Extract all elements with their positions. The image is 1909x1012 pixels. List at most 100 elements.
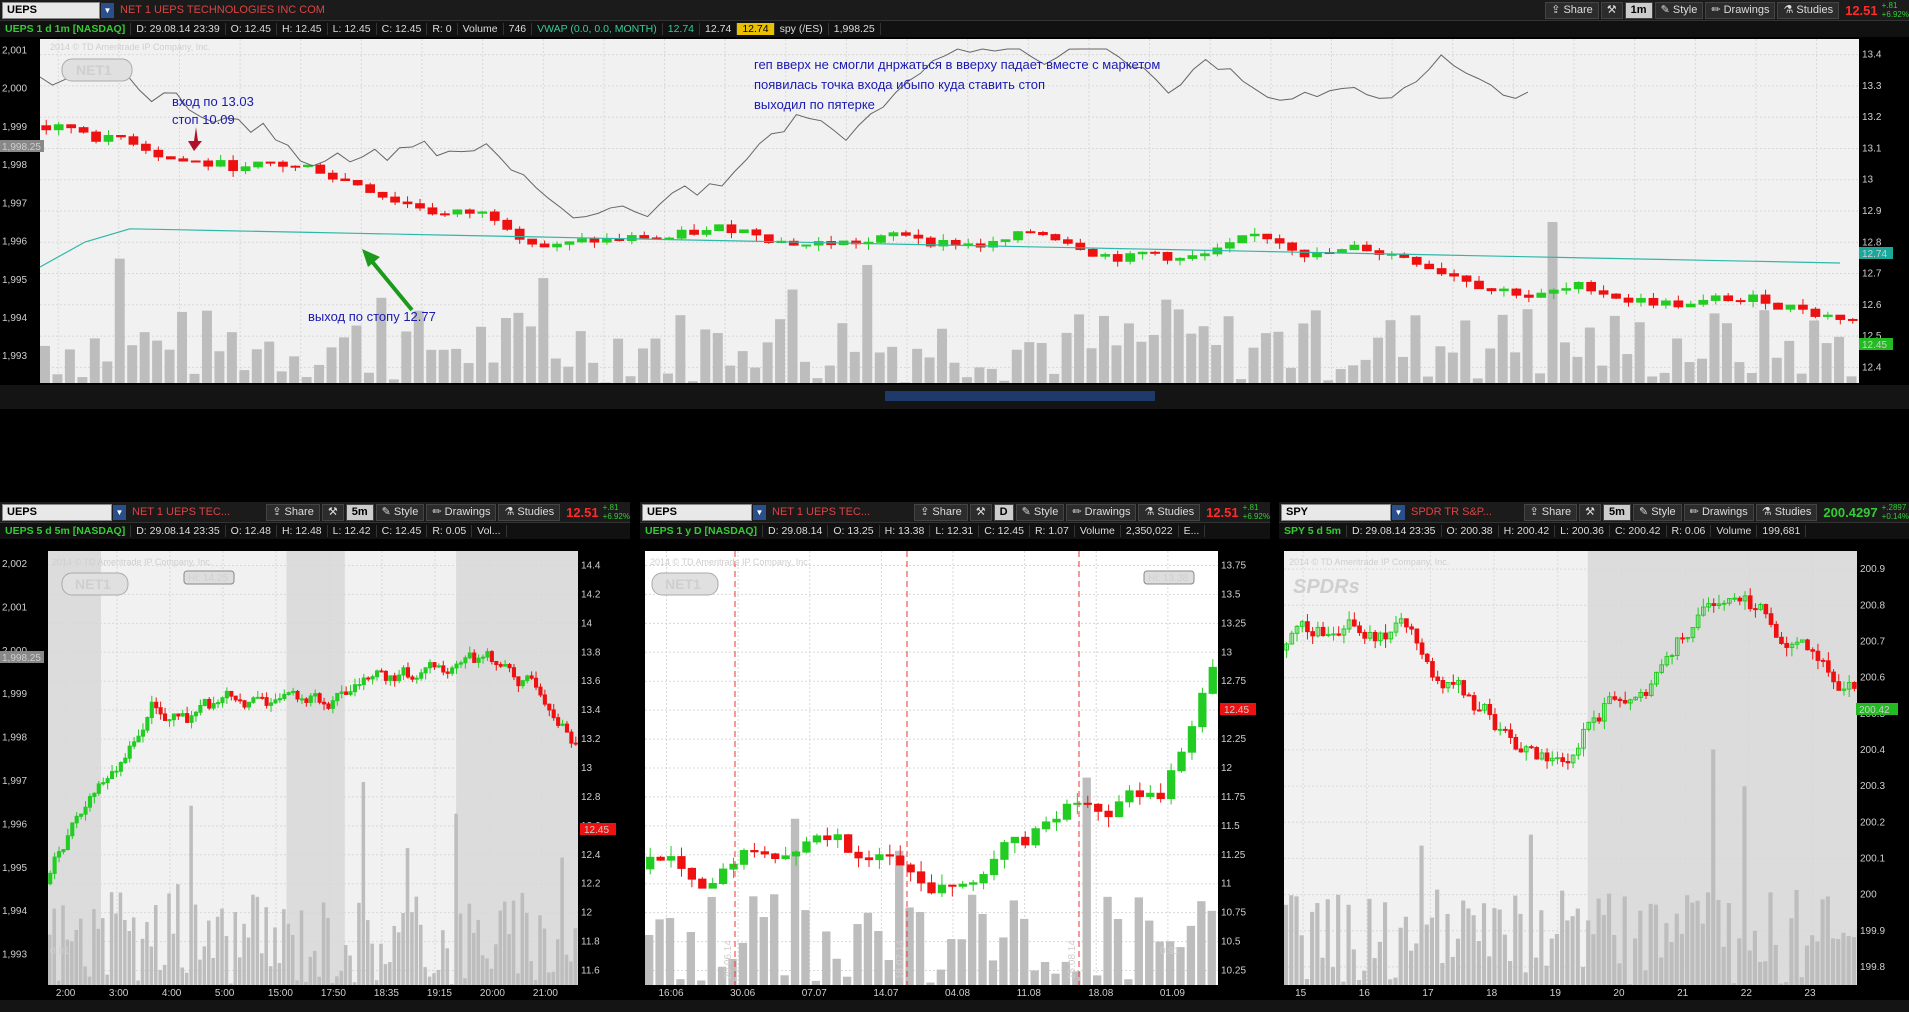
- y-tick-label: 12: [1221, 763, 1233, 774]
- candle-body: [1073, 802, 1082, 805]
- volume-bar: [1348, 365, 1359, 383]
- br-price-chart[interactable]: 200.9200.8200.7200.6200.5200.4200.3200.2…: [1279, 539, 1909, 1001]
- volume-bar: [1836, 939, 1841, 985]
- share-button[interactable]: ⇪ Share: [1545, 1, 1599, 19]
- vwap-price-label: 12.74: [1862, 249, 1887, 260]
- candle-body: [979, 874, 988, 884]
- x-tick-label: 4:00: [162, 988, 182, 999]
- br-timeframe-button[interactable]: 5m: [1603, 503, 1631, 521]
- volume-bar: [1841, 932, 1846, 985]
- candle-body: [390, 196, 400, 203]
- volume-bar: [1299, 935, 1304, 985]
- candle-body: [896, 855, 905, 866]
- candle-body: [228, 160, 238, 172]
- symbol-dropdown-icon[interactable]: ▼: [101, 2, 114, 18]
- volume-bar: [268, 966, 273, 985]
- candle-body: [440, 213, 450, 216]
- drawings-button[interactable]: ✏ Drawings: [1705, 1, 1776, 19]
- bl-style-button[interactable]: ✎ Style: [375, 503, 425, 521]
- volume-bar: [1136, 341, 1147, 383]
- x-tick-label: 16:06: [658, 988, 683, 999]
- bl-drawings-button[interactable]: ✏ Drawings: [426, 503, 497, 521]
- bm-company-name: NET 1 UEPS TEC...: [772, 506, 871, 518]
- volume-bar: [801, 910, 810, 985]
- candle-body: [676, 229, 687, 239]
- candle-body: [1310, 631, 1315, 637]
- volume-bar: [924, 357, 935, 383]
- candle-body: [564, 241, 575, 245]
- candle-body: [1852, 681, 1857, 689]
- volume-bar: [686, 932, 696, 985]
- volume-bar: [343, 945, 348, 985]
- x-tick-label: 20: [1613, 988, 1625, 999]
- volume-bar: [1320, 957, 1325, 985]
- bm-price-chart[interactable]: 13.7513.513.251312.7512.512.251211.7511.…: [640, 539, 1270, 1001]
- top-price-chart[interactable]: 13.413.313.213.11312.912.812.712.612.512…: [0, 37, 1909, 409]
- candle-body: [1680, 637, 1685, 640]
- x-tick-label: 20:00: [480, 988, 505, 999]
- volume-bar: [1834, 336, 1845, 383]
- bl-share-button[interactable]: ⇪ Share: [266, 503, 320, 521]
- br-share-button[interactable]: ⇪ Share: [1523, 503, 1578, 521]
- left-tick-label: 1,998: [2, 733, 27, 744]
- candle-body: [162, 713, 168, 721]
- bm-symbol-input[interactable]: UEPS: [642, 503, 752, 521]
- bl-studies-button[interactable]: ⚗ Studies: [498, 503, 561, 521]
- candle-body: [1826, 660, 1831, 673]
- volume-bar: [1450, 956, 1455, 985]
- volume-bar: [109, 892, 114, 985]
- candle-body: [1135, 790, 1145, 797]
- y-tick-label: 13.2: [1862, 112, 1882, 123]
- volume-bar: [78, 918, 83, 985]
- candle-body: [1836, 681, 1842, 691]
- bm-settings-button[interactable]: ⚒: [969, 503, 992, 521]
- compare-value: 1,998.25: [829, 23, 881, 35]
- candle-body: [948, 884, 957, 887]
- symbol-input[interactable]: UEPS: [2, 1, 100, 19]
- br-studies-button[interactable]: ⚗ Studies: [1755, 503, 1818, 521]
- candle-body: [1685, 303, 1696, 308]
- br-last-label: 200.42: [1859, 705, 1890, 716]
- candle-body: [529, 675, 534, 679]
- volume-bar: [926, 982, 935, 985]
- br-dropdown-icon[interactable]: ▼: [1392, 504, 1405, 520]
- compare-symbol: spy (/ES): [775, 23, 829, 35]
- bm-timeframe-button[interactable]: D: [993, 503, 1014, 521]
- candle-body: [1125, 253, 1136, 262]
- candle-body: [1299, 249, 1310, 258]
- candle-body: [1200, 253, 1210, 257]
- candle-body: [176, 713, 181, 717]
- candle-body: [1424, 653, 1430, 663]
- candle-body: [677, 856, 686, 869]
- br-symbol-input[interactable]: SPY: [1281, 503, 1391, 521]
- volume-bar: [476, 919, 480, 985]
- settings-button[interactable]: ⚒: [1600, 1, 1623, 19]
- br-drawings-button[interactable]: ✏ Drawings: [1683, 503, 1754, 521]
- volume-bar: [899, 382, 910, 383]
- br-style-button[interactable]: ✎ Style: [1632, 503, 1682, 521]
- style-button[interactable]: ✎ Style: [1654, 1, 1704, 19]
- candle-body: [295, 690, 300, 700]
- bm-drawings-button[interactable]: ✏ Drawings: [1066, 503, 1137, 521]
- candle-body: [1721, 602, 1727, 605]
- volume-bar: [467, 903, 472, 985]
- bm-share-button[interactable]: ⇪ Share: [914, 503, 968, 521]
- candle-body: [1041, 821, 1051, 830]
- candle-body: [480, 656, 486, 659]
- bl-price-chart[interactable]: 14.414.21413.813.613.413.21312.812.612.4…: [0, 539, 630, 1001]
- bottom-scrollbar[interactable]: [0, 1000, 1909, 1012]
- bm-style-button[interactable]: ✎ Style: [1015, 503, 1065, 521]
- bm-price-change: +.81 +6.92%: [1242, 503, 1270, 521]
- bl-settings-button[interactable]: ⚒: [321, 503, 344, 521]
- bm-dropdown-icon[interactable]: ▼: [753, 504, 766, 520]
- bm-studies-button[interactable]: ⚗ Studies: [1138, 503, 1201, 521]
- candle-body: [167, 719, 172, 722]
- studies-button[interactable]: ⚗ Studies: [1777, 1, 1840, 19]
- br-price-change: +.2897 +0.14%: [1881, 503, 1909, 521]
- br-settings-button[interactable]: ⚒: [1579, 503, 1602, 521]
- y-tick-label: 13.4: [581, 705, 601, 716]
- timeframe-button[interactable]: 1m: [1624, 1, 1653, 19]
- bl-symbol-input[interactable]: UEPS: [2, 503, 112, 521]
- bl-dropdown-icon[interactable]: ▼: [113, 504, 126, 520]
- bl-timeframe-button[interactable]: 5m: [345, 503, 374, 521]
